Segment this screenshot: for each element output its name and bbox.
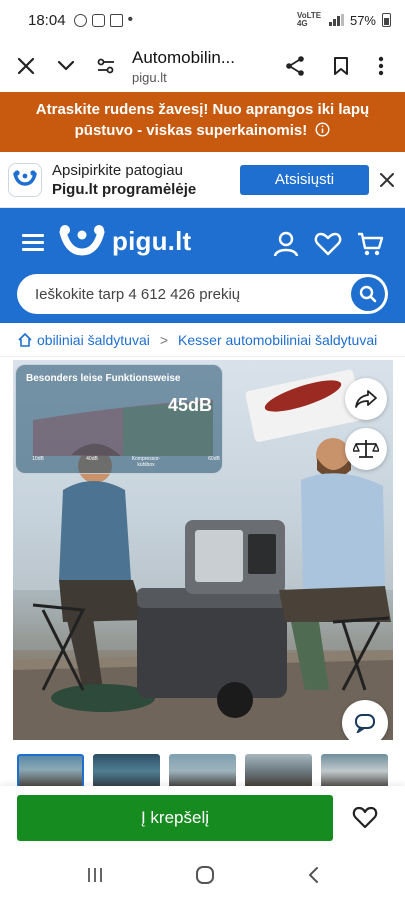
viber-icon xyxy=(73,13,87,27)
add-to-cart-button[interactable]: Į krepšelį xyxy=(17,795,333,841)
recent-apps-icon[interactable] xyxy=(86,866,104,884)
thumbnail[interactable] xyxy=(93,754,160,788)
network-type: VoLTE 4G xyxy=(296,11,322,28)
more-options-button[interactable] xyxy=(361,46,401,86)
tune-icon xyxy=(97,58,114,74)
cart-icon[interactable] xyxy=(356,230,384,258)
close-app-banner-button[interactable] xyxy=(369,172,405,187)
app-banner: Apsipirkite patogiau Pigu.lt programėlėj… xyxy=(0,152,405,208)
page-title-area[interactable]: Automobilin... pigu.lt xyxy=(126,48,275,85)
purchase-bar: Į krepšelį xyxy=(0,786,405,850)
promo-banner[interactable]: Atraskite rudens žavesį! Nuo aprangos ik… xyxy=(0,92,405,152)
search-input[interactable] xyxy=(35,285,345,303)
chevron-down-icon xyxy=(57,60,75,71)
share-arrow-icon xyxy=(355,390,377,408)
hamburger-menu-icon[interactable] xyxy=(22,234,44,255)
bookmark-icon xyxy=(334,57,348,75)
share-button[interactable] xyxy=(275,46,315,86)
pigu-app-icon xyxy=(8,162,42,197)
site-logo[interactable]: pigu.lt xyxy=(58,224,191,258)
breadcrumb-separator-icon: > xyxy=(159,331,169,348)
site-header: pigu.lt xyxy=(0,208,405,323)
compare-button[interactable] xyxy=(345,428,387,470)
gmail-icon xyxy=(109,13,123,27)
search-button[interactable] xyxy=(351,277,385,311)
site-settings-button[interactable] xyxy=(86,46,126,86)
logo-text: pigu.lt xyxy=(112,225,192,256)
app-banner-line1: Apsipirkite patogiau xyxy=(52,161,183,179)
info-circle-icon[interactable] xyxy=(315,122,330,137)
search-bar xyxy=(17,274,388,314)
breadcrumb-item[interactable]: Kesser automobiliniai šaldytuvai xyxy=(178,332,377,348)
noise-level-overlay: Besonders leise Funktionsweise 45dB 10dB… xyxy=(15,364,223,474)
more-notifications-icon: • xyxy=(127,11,134,28)
heart-icon xyxy=(352,806,378,829)
more-vertical-icon xyxy=(378,56,384,76)
app-banner-line2: Pigu.lt programėlėje xyxy=(52,180,197,198)
share-product-button[interactable] xyxy=(345,378,387,420)
home-icon[interactable] xyxy=(17,332,33,348)
battery-icon xyxy=(382,13,391,27)
app-banner-text: Apsipirkite patogiau Pigu.lt programėlėj… xyxy=(52,161,196,199)
thumbnail[interactable] xyxy=(321,754,388,788)
account-icon[interactable] xyxy=(272,230,300,258)
chat-icon xyxy=(355,714,375,733)
search-icon xyxy=(359,285,377,303)
image-thumbnails xyxy=(17,754,397,788)
status-bar: 18:04 • VoLTE 4G 57% xyxy=(0,0,405,40)
heart-icon[interactable] xyxy=(314,230,342,258)
collapse-button[interactable] xyxy=(46,46,86,86)
page-title: Automobilin... xyxy=(132,47,235,67)
close-icon xyxy=(17,57,35,75)
page-url: pigu.lt xyxy=(132,69,167,85)
bookmark-button[interactable] xyxy=(321,46,361,86)
gallery-icon xyxy=(91,13,105,27)
overlay-label: 60dB xyxy=(208,456,220,462)
thumbnail[interactable] xyxy=(17,754,84,788)
signal-icon xyxy=(328,14,344,26)
pigu-logo-icon xyxy=(59,225,105,256)
battery-level: 57% xyxy=(349,12,376,28)
download-app-button[interactable]: Atsisiųsti xyxy=(240,164,369,195)
share-icon xyxy=(286,56,304,76)
overlay-label: Kompressor-kühlbox xyxy=(131,456,161,468)
breadcrumb-item[interactable]: obiliniai šaldytuvai xyxy=(37,332,150,348)
close-tab-button[interactable] xyxy=(6,46,46,86)
thumbnail[interactable] xyxy=(169,754,236,788)
breadcrumb: obiliniai šaldytuvai > Kesser automobili… xyxy=(0,323,405,357)
scale-icon xyxy=(353,440,379,458)
close-icon xyxy=(380,172,394,187)
status-time: 18:04 xyxy=(28,11,66,29)
system-navigation-bar xyxy=(0,850,405,900)
home-button-icon[interactable] xyxy=(195,865,215,885)
overlay-label: 10dB xyxy=(32,456,44,462)
notification-icons: • xyxy=(73,11,134,29)
wishlist-button[interactable] xyxy=(346,800,384,836)
product-image[interactable]: Besonders leise Funktionsweise 45dB 10dB… xyxy=(13,360,393,740)
browser-toolbar: Automobilin... pigu.lt xyxy=(0,40,405,92)
chat-button[interactable] xyxy=(342,700,388,740)
overlay-title: Besonders leise Funktionsweise xyxy=(26,373,181,384)
overlay-db-value: 45dB xyxy=(167,395,212,415)
thumbnail[interactable] xyxy=(245,754,312,788)
back-icon[interactable] xyxy=(306,866,320,884)
overlay-label: 40dB xyxy=(86,456,98,462)
